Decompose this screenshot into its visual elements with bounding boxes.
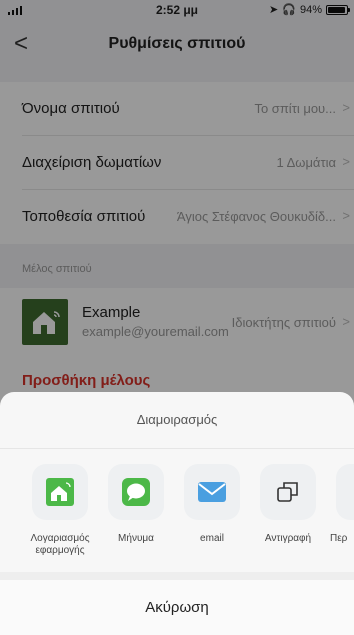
share-sheet: Διαμοιρασμός Λογαριασμός εφαρμογής Μήνυμ… (0, 392, 354, 635)
share-tile (108, 464, 164, 520)
cancel-button[interactable]: Ακύρωση (0, 580, 354, 635)
message-icon (122, 478, 150, 506)
divider (0, 572, 354, 580)
copy-icon (277, 482, 298, 502)
share-label: Μήνυμα (118, 533, 154, 544)
share-options: Λογαριασμός εφαρμογής Μήνυμα email Αντιγ… (0, 464, 354, 564)
share-label: Αντιγραφή (264, 533, 312, 544)
mail-icon (198, 482, 226, 502)
app-account-icon (46, 478, 74, 506)
share-label: email (200, 533, 224, 544)
share-tile (184, 464, 240, 520)
share-tile (32, 464, 88, 520)
share-sheet-title: Διαμοιρασμός (136, 412, 218, 427)
share-label: Λογαριασμός εφαρμογής (30, 533, 90, 556)
share-tile (336, 464, 354, 520)
share-tile (260, 464, 316, 520)
share-label: Περ (330, 533, 348, 544)
divider (0, 448, 354, 449)
home-settings-screen: 2:52 μμ ➤ 🎧 94% < Ρυθμίσεις σπιτιού Όνομ… (0, 0, 354, 635)
cancel-label: Ακύρωση (145, 599, 209, 616)
